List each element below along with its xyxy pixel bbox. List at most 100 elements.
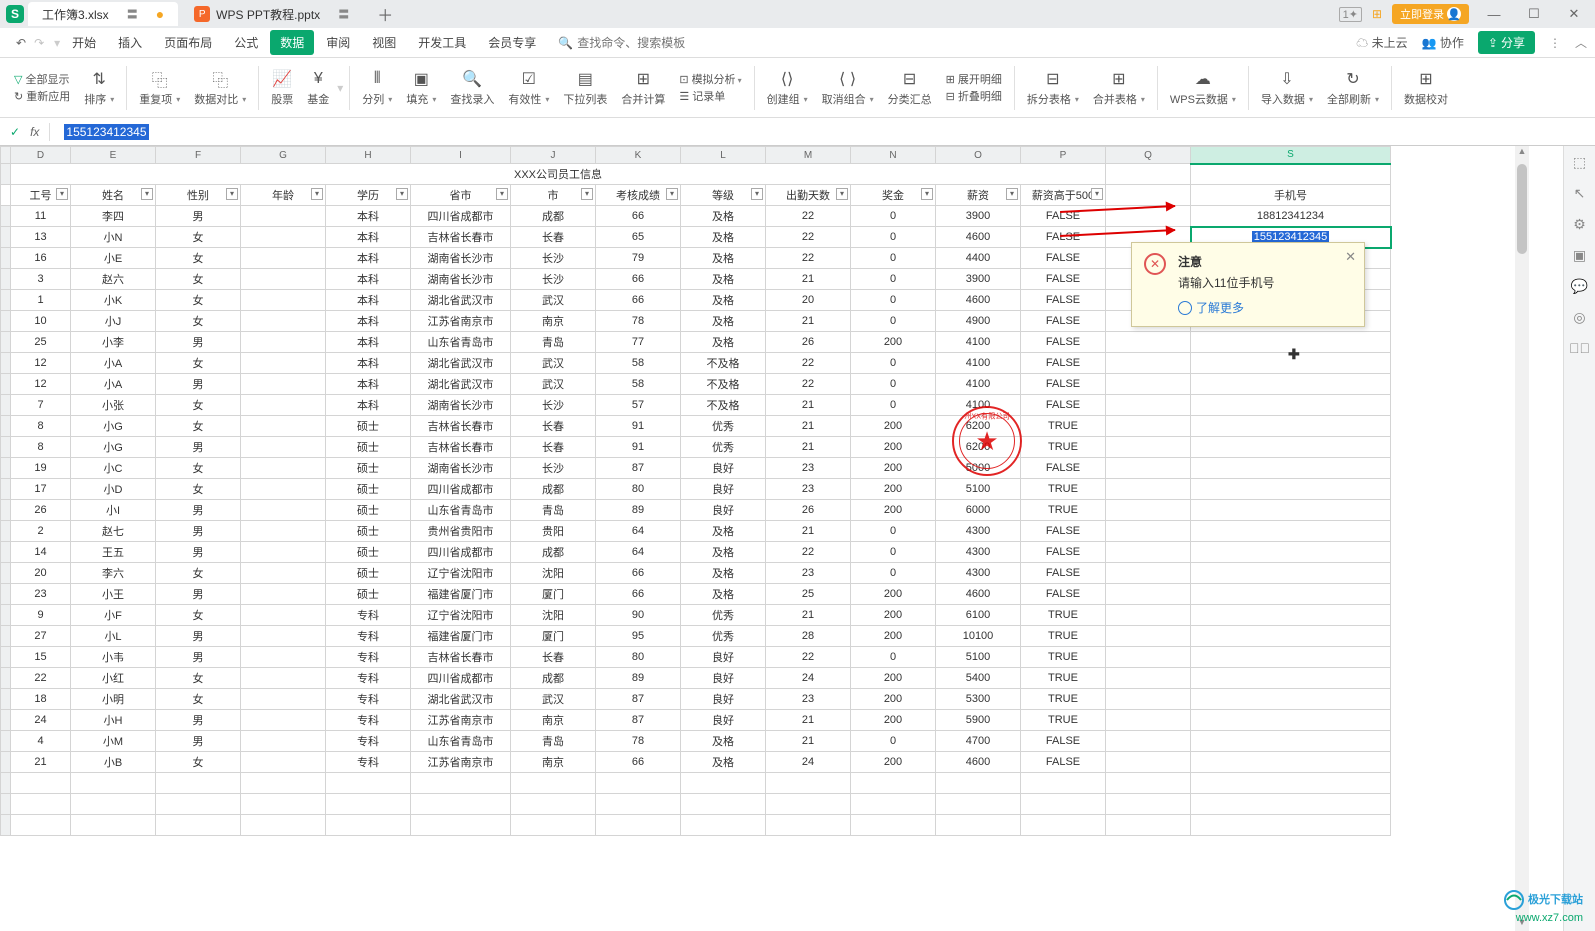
column-header[interactable]: F — [156, 147, 241, 164]
search-input[interactable] — [577, 36, 697, 50]
cell[interactable]: 吉林省长春市 — [411, 416, 511, 437]
cell[interactable]: 本科 — [326, 269, 411, 290]
cell[interactable]: 21 — [766, 605, 851, 626]
filter-button[interactable]: ▾ — [836, 188, 848, 200]
cell[interactable]: 小D — [71, 479, 156, 500]
cell[interactable]: 湖南省长沙市 — [411, 395, 511, 416]
cell[interactable]: 本科 — [326, 206, 411, 227]
cell[interactable]: 200 — [851, 668, 936, 689]
cell[interactable]: 小E — [71, 248, 156, 269]
phone-cell[interactable] — [1191, 374, 1391, 395]
cell[interactable]: 6200 — [936, 416, 1021, 437]
table-header-cell[interactable] — [1106, 185, 1191, 206]
cell[interactable]: 17 — [11, 479, 71, 500]
phone-cell[interactable] — [1191, 437, 1391, 458]
cell[interactable]: 及格 — [681, 731, 766, 752]
cell[interactable]: 64 — [596, 521, 681, 542]
cell[interactable]: 4600 — [936, 752, 1021, 773]
table-row[interactable]: 23小王男硕士福建省厦门市厦门66及格252004600FALSE — [1, 584, 1391, 605]
cell[interactable]: 江苏省南京市 — [411, 752, 511, 773]
switch-icon[interactable]: 1✦ — [1339, 7, 1362, 22]
cell[interactable]: 14 — [11, 542, 71, 563]
phone-cell[interactable]: 18812341234 — [1191, 206, 1391, 227]
table-row[interactable]: 18小明女专科湖北省武汉市武汉87良好232005300TRUE — [1, 689, 1391, 710]
column-header[interactable]: I — [411, 147, 511, 164]
table-header-cell[interactable]: 奖金▾ — [851, 185, 936, 206]
phone-cell[interactable] — [1191, 332, 1391, 353]
cell[interactable]: 小G — [71, 416, 156, 437]
cell[interactable]: 9 — [11, 605, 71, 626]
cell[interactable]: 12 — [11, 374, 71, 395]
filter-button[interactable]: ▾ — [141, 188, 153, 200]
cell[interactable]: 武汉 — [511, 689, 596, 710]
cell[interactable]: 湖南省长沙市 — [411, 269, 511, 290]
cell[interactable]: 0 — [851, 248, 936, 269]
cell[interactable]: 3 — [11, 269, 71, 290]
cell[interactable]: 不及格 — [681, 395, 766, 416]
scroll-thumb[interactable] — [1517, 164, 1527, 254]
cell[interactable]: 硕士 — [326, 542, 411, 563]
cell[interactable]: 0 — [851, 395, 936, 416]
menu-dev[interactable]: 开发工具 — [408, 30, 476, 55]
cell[interactable]: 山东省青岛市 — [411, 500, 511, 521]
cell[interactable]: 湖北省武汉市 — [411, 374, 511, 395]
cell[interactable]: 本科 — [326, 290, 411, 311]
cell[interactable]: 4300 — [936, 563, 1021, 584]
filter-button[interactable]: ▾ — [56, 188, 68, 200]
phone-cell[interactable] — [1191, 752, 1391, 773]
cell[interactable]: 4300 — [936, 542, 1021, 563]
cell[interactable]: TRUE — [1021, 437, 1106, 458]
cell[interactable]: 0 — [851, 542, 936, 563]
side-cursor-icon[interactable]: ↖ — [1574, 185, 1586, 202]
cell[interactable]: 长春 — [511, 416, 596, 437]
menu-start[interactable]: 开始 — [62, 30, 106, 55]
cell[interactable]: 19 — [11, 458, 71, 479]
table-row[interactable]: 14王五男硕士四川省成都市成都64及格2204300FALSE — [1, 542, 1391, 563]
cell[interactable]: 23 — [766, 689, 851, 710]
cell[interactable]: 4100 — [936, 395, 1021, 416]
cell[interactable]: 21 — [766, 437, 851, 458]
cell[interactable]: 长春 — [511, 437, 596, 458]
cell[interactable]: 3900 — [936, 269, 1021, 290]
cell[interactable]: 良好 — [681, 647, 766, 668]
cell[interactable]: 200 — [851, 332, 936, 353]
cell[interactable]: 200 — [851, 689, 936, 710]
rib-compare[interactable]: ⿻数据对比 — [188, 62, 252, 113]
cell[interactable]: 1 — [11, 290, 71, 311]
maximize-button[interactable]: ☐ — [1519, 6, 1549, 22]
cell[interactable]: 湖南省长沙市 — [411, 248, 511, 269]
cell[interactable]: TRUE — [1021, 500, 1106, 521]
cell[interactable]: 王五 — [71, 542, 156, 563]
column-header[interactable]: N — [851, 147, 936, 164]
cell[interactable]: 硕士 — [326, 500, 411, 521]
cell[interactable] — [241, 521, 326, 542]
cell[interactable]: 不及格 — [681, 353, 766, 374]
cell[interactable]: 5100 — [936, 479, 1021, 500]
cell[interactable] — [241, 269, 326, 290]
cell[interactable] — [241, 332, 326, 353]
cell[interactable]: 4300 — [936, 521, 1021, 542]
cell[interactable]: 5000 — [936, 458, 1021, 479]
cell[interactable]: 21 — [766, 521, 851, 542]
cell[interactable]: 4100 — [936, 374, 1021, 395]
cell[interactable]: 女 — [156, 290, 241, 311]
cell[interactable]: TRUE — [1021, 668, 1106, 689]
cell[interactable]: 200 — [851, 500, 936, 521]
rib-filter-opts[interactable]: ▽全部显示 ↻重新应用 — [8, 62, 76, 113]
cell[interactable] — [241, 710, 326, 731]
menu-vip[interactable]: 会员专享 — [478, 30, 546, 55]
cell[interactable]: 男 — [156, 500, 241, 521]
phone-cell[interactable] — [1191, 584, 1391, 605]
cell[interactable]: 贵州省贵阳市 — [411, 521, 511, 542]
menu-formula[interactable]: 公式 — [224, 30, 268, 55]
cell[interactable] — [241, 563, 326, 584]
cell[interactable] — [241, 752, 326, 773]
cell[interactable]: 66 — [596, 269, 681, 290]
table-row[interactable]: 2赵七男硕士贵州省贵阳市贵阳64及格2104300FALSE — [1, 521, 1391, 542]
cell[interactable]: 4100 — [936, 332, 1021, 353]
cell[interactable]: 26 — [11, 500, 71, 521]
cell[interactable]: 专科 — [326, 710, 411, 731]
tab-close-icon[interactable]: 〓 — [338, 6, 349, 22]
cell[interactable]: 6100 — [936, 605, 1021, 626]
phone-cell[interactable] — [1191, 668, 1391, 689]
